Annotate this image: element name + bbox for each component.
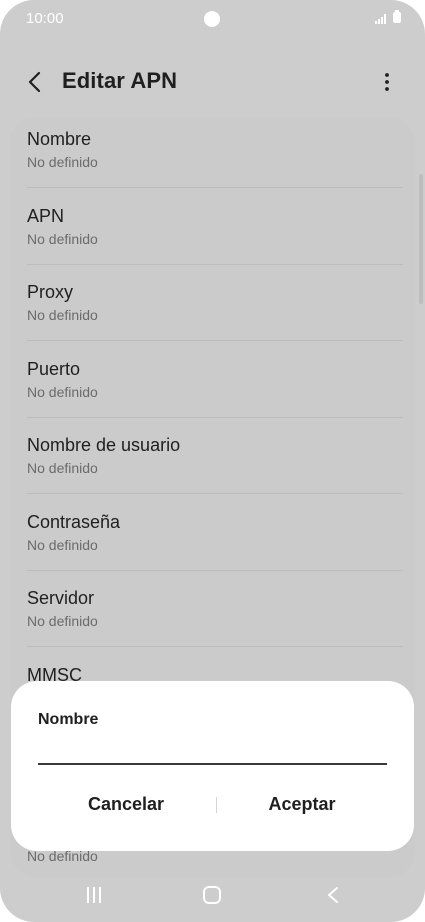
divider: [27, 264, 403, 265]
dialog-title: Nombre: [38, 711, 99, 728]
camera-cutout: [204, 11, 220, 27]
scrollbar[interactable]: [419, 174, 423, 304]
status-bar: 10:00: [0, 0, 425, 38]
button-separator: [216, 797, 217, 813]
item-subtitle: No definido: [27, 307, 98, 323]
item-subtitle: No definido: [27, 154, 98, 170]
list-item-contrasena[interactable]: Contraseña No definido: [10, 500, 415, 576]
list-item-puerto[interactable]: Puerto No definido: [10, 347, 415, 423]
status-time: 10:00: [26, 10, 64, 27]
divider: [27, 340, 403, 341]
name-input[interactable]: [38, 731, 387, 765]
status-icons: [371, 10, 401, 25]
divider: [27, 646, 403, 647]
item-subtitle: No definido: [27, 384, 98, 400]
chevron-left-icon[interactable]: [24, 70, 48, 94]
item-title: Nombre de usuario: [27, 435, 181, 455]
item-title: Proxy: [27, 282, 74, 302]
item-title: Nombre: [27, 129, 92, 149]
item-subtitle: No definido: [27, 537, 98, 553]
home-icon[interactable]: [203, 886, 221, 904]
signal-icon: [375, 14, 386, 24]
back-icon[interactable]: [324, 885, 342, 905]
divider: [27, 493, 403, 494]
page-title: Editar APN: [62, 68, 178, 93]
more-vertical-icon[interactable]: [375, 70, 399, 94]
divider: [27, 570, 403, 571]
list-item-nombre[interactable]: Nombre No definido: [10, 117, 415, 193]
list-item-proxy[interactable]: Proxy No definido: [10, 270, 415, 346]
item-title: Puerto: [27, 359, 81, 379]
item-title: Servidor: [27, 588, 95, 608]
item-title: APN: [27, 206, 65, 226]
list-item-servidor[interactable]: Servidor No definido: [10, 576, 415, 652]
divider: [27, 187, 403, 188]
item-subtitle: No definido: [27, 460, 98, 476]
app-bar: Editar APN: [0, 58, 425, 108]
phone-screen: 10:00 Editar APN Nombre No definido APN …: [0, 0, 425, 922]
item-subtitle: No definido: [27, 231, 98, 247]
name-dialog: Nombre Cancelar Aceptar: [11, 681, 414, 851]
battery-icon: [393, 10, 401, 23]
item-title: Contraseña: [27, 512, 121, 532]
accept-button[interactable]: Aceptar: [227, 789, 377, 819]
divider: [27, 417, 403, 418]
item-subtitle: No definido: [27, 613, 98, 629]
cancel-button[interactable]: Cancelar: [51, 789, 201, 819]
navigation-bar: [0, 872, 425, 922]
list-item-apn[interactable]: APN No definido: [10, 194, 415, 270]
list-item-nombre-de-usuario[interactable]: Nombre de usuario No definido: [10, 423, 415, 499]
recents-icon[interactable]: [84, 885, 104, 905]
